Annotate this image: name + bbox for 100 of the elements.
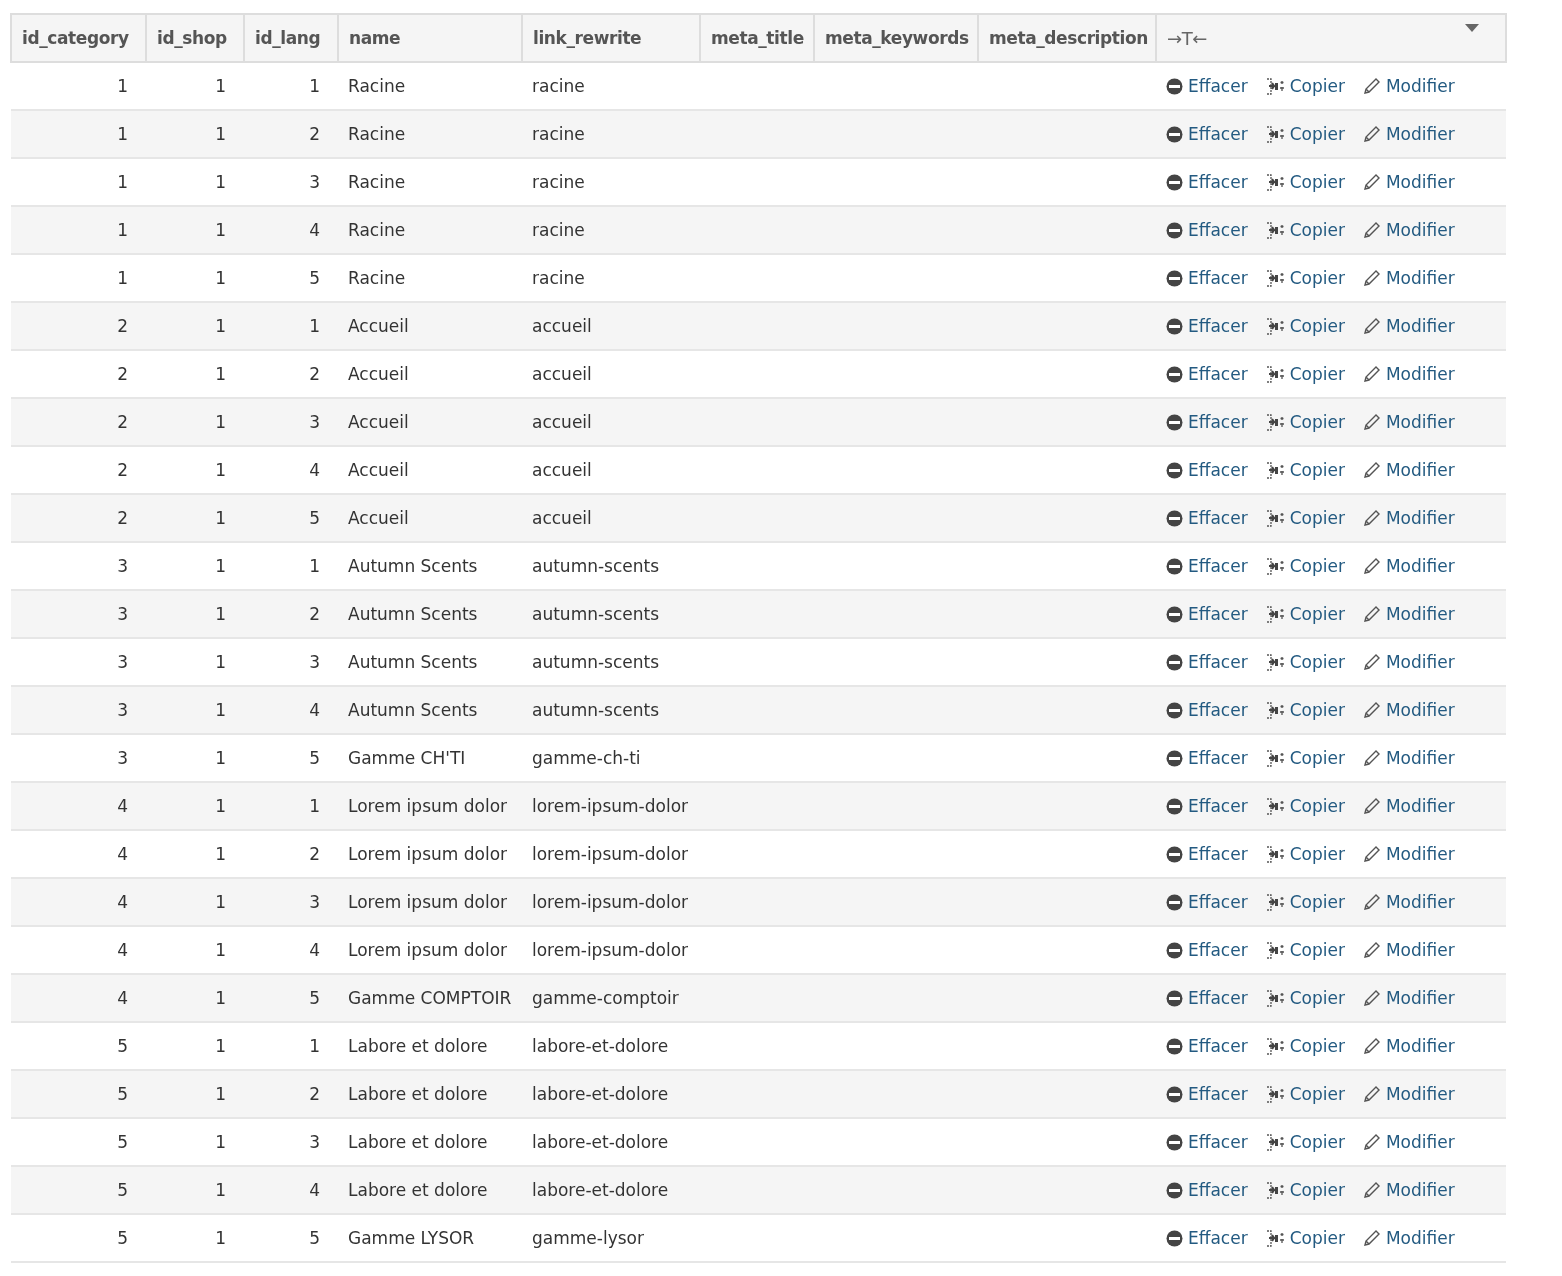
edit-link[interactable]: Modifier xyxy=(1362,268,1455,288)
delete-link[interactable]: Effacer xyxy=(1166,1036,1248,1056)
copy-link[interactable]: Copier xyxy=(1265,460,1345,480)
delete-link[interactable]: Effacer xyxy=(1166,844,1248,864)
copy-icon[interactable] xyxy=(1265,77,1285,95)
edit-link[interactable]: Modifier xyxy=(1362,124,1455,144)
pencil-icon[interactable] xyxy=(1362,989,1381,1007)
copy-link[interactable]: Copier xyxy=(1265,940,1345,960)
copy-icon[interactable] xyxy=(1265,1133,1285,1151)
pencil-icon[interactable] xyxy=(1362,749,1381,767)
pencil-icon[interactable] xyxy=(1362,845,1381,863)
copy-link[interactable]: Copier xyxy=(1265,652,1345,672)
minus-circle-icon[interactable] xyxy=(1166,893,1183,911)
pencil-icon[interactable] xyxy=(1362,1229,1381,1247)
edit-link[interactable]: Modifier xyxy=(1362,1084,1455,1104)
minus-circle-icon[interactable] xyxy=(1166,605,1183,623)
delete-link[interactable]: Effacer xyxy=(1166,460,1248,480)
edit-link[interactable]: Modifier xyxy=(1362,1228,1455,1248)
edit-link[interactable]: Modifier xyxy=(1362,796,1455,816)
edit-link[interactable]: Modifier xyxy=(1362,748,1455,768)
edit-link[interactable]: Modifier xyxy=(1362,892,1455,912)
minus-circle-icon[interactable] xyxy=(1166,653,1183,671)
copy-icon[interactable] xyxy=(1265,749,1285,767)
copy-link[interactable]: Copier xyxy=(1265,1180,1345,1200)
minus-circle-icon[interactable] xyxy=(1166,365,1183,383)
delete-link[interactable]: Effacer xyxy=(1166,364,1248,384)
minus-circle-icon[interactable] xyxy=(1166,269,1183,287)
pencil-icon[interactable] xyxy=(1362,941,1381,959)
copy-link[interactable]: Copier xyxy=(1265,604,1345,624)
minus-circle-icon[interactable] xyxy=(1166,989,1183,1007)
edit-link[interactable]: Modifier xyxy=(1362,316,1455,336)
minus-circle-icon[interactable] xyxy=(1166,557,1183,575)
copy-link[interactable]: Copier xyxy=(1265,316,1345,336)
column-toggle[interactable]: →T← xyxy=(1167,27,1207,49)
pencil-icon[interactable] xyxy=(1362,701,1381,719)
delete-link[interactable]: Effacer xyxy=(1166,940,1248,960)
edit-link[interactable]: Modifier xyxy=(1362,364,1455,384)
pencil-icon[interactable] xyxy=(1362,797,1381,815)
minus-circle-icon[interactable] xyxy=(1166,1133,1183,1151)
delete-link[interactable]: Effacer xyxy=(1166,796,1248,816)
pencil-icon[interactable] xyxy=(1362,221,1381,239)
column-header[interactable]: meta_keywords xyxy=(814,14,978,62)
copy-icon[interactable] xyxy=(1265,557,1285,575)
edit-link[interactable]: Modifier xyxy=(1362,652,1455,672)
delete-link[interactable]: Effacer xyxy=(1166,892,1248,912)
copy-icon[interactable] xyxy=(1265,797,1285,815)
column-header[interactable]: link_rewrite xyxy=(522,14,700,62)
copy-link[interactable]: Copier xyxy=(1265,796,1345,816)
delete-link[interactable]: Effacer xyxy=(1166,172,1248,192)
column-header[interactable]: id_lang xyxy=(244,14,338,62)
edit-link[interactable]: Modifier xyxy=(1362,508,1455,528)
pencil-icon[interactable] xyxy=(1362,317,1381,335)
copy-link[interactable]: Copier xyxy=(1265,1084,1345,1104)
copy-icon[interactable] xyxy=(1265,1085,1285,1103)
copy-icon[interactable] xyxy=(1265,893,1285,911)
minus-circle-icon[interactable] xyxy=(1166,797,1183,815)
copy-icon[interactable] xyxy=(1265,317,1285,335)
copy-icon[interactable] xyxy=(1265,221,1285,239)
minus-circle-icon[interactable] xyxy=(1166,1181,1183,1199)
edit-link[interactable]: Modifier xyxy=(1362,844,1455,864)
copy-link[interactable]: Copier xyxy=(1265,220,1345,240)
copy-icon[interactable] xyxy=(1265,1229,1285,1247)
column-header[interactable]: meta_description xyxy=(978,14,1156,62)
copy-icon[interactable] xyxy=(1265,1181,1285,1199)
minus-circle-icon[interactable] xyxy=(1166,701,1183,719)
delete-link[interactable]: Effacer xyxy=(1166,508,1248,528)
minus-circle-icon[interactable] xyxy=(1166,221,1183,239)
copy-link[interactable]: Copier xyxy=(1265,556,1345,576)
edit-link[interactable]: Modifier xyxy=(1362,700,1455,720)
copy-icon[interactable] xyxy=(1265,413,1285,431)
minus-circle-icon[interactable] xyxy=(1166,1037,1183,1055)
edit-link[interactable]: Modifier xyxy=(1362,988,1455,1008)
edit-link[interactable]: Modifier xyxy=(1362,220,1455,240)
copy-link[interactable]: Copier xyxy=(1265,1036,1345,1056)
column-header[interactable]: name xyxy=(338,14,522,62)
column-header[interactable]: meta_title xyxy=(700,14,814,62)
delete-link[interactable]: Effacer xyxy=(1166,1228,1248,1248)
copy-icon[interactable] xyxy=(1265,125,1285,143)
minus-circle-icon[interactable] xyxy=(1166,317,1183,335)
delete-link[interactable]: Effacer xyxy=(1166,76,1248,96)
delete-link[interactable]: Effacer xyxy=(1166,316,1248,336)
delete-link[interactable]: Effacer xyxy=(1166,604,1248,624)
pencil-icon[interactable] xyxy=(1362,653,1381,671)
pencil-icon[interactable] xyxy=(1362,557,1381,575)
copy-icon[interactable] xyxy=(1265,845,1285,863)
minus-circle-icon[interactable] xyxy=(1166,1085,1183,1103)
pencil-icon[interactable] xyxy=(1362,605,1381,623)
minus-circle-icon[interactable] xyxy=(1166,1229,1183,1247)
copy-icon[interactable] xyxy=(1265,269,1285,287)
delete-link[interactable]: Effacer xyxy=(1166,988,1248,1008)
column-header[interactable]: id_shop xyxy=(146,14,244,62)
pencil-icon[interactable] xyxy=(1362,77,1381,95)
pencil-icon[interactable] xyxy=(1362,173,1381,191)
minus-circle-icon[interactable] xyxy=(1166,413,1183,431)
pencil-icon[interactable] xyxy=(1362,509,1381,527)
edit-link[interactable]: Modifier xyxy=(1362,460,1455,480)
minus-circle-icon[interactable] xyxy=(1166,845,1183,863)
copy-icon[interactable] xyxy=(1265,1037,1285,1055)
edit-link[interactable]: Modifier xyxy=(1362,1036,1455,1056)
copy-icon[interactable] xyxy=(1265,365,1285,383)
